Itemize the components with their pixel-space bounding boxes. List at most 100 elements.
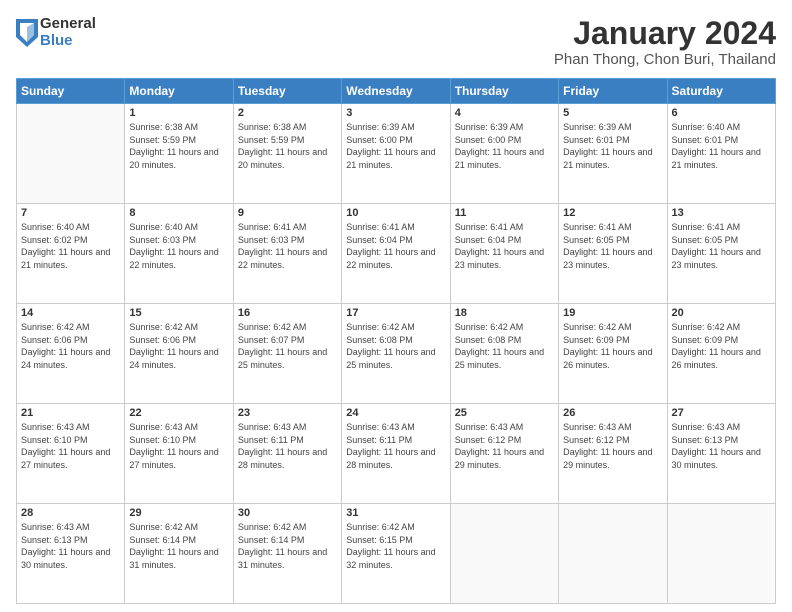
day-number: 1: [129, 107, 228, 119]
day-info: Sunrise: 6:41 AM Sunset: 6:03 PM Dayligh…: [238, 221, 337, 271]
table-row: 27 Sunrise: 6:43 AM Sunset: 6:13 PM Dayl…: [667, 404, 775, 504]
title-block: January 2024 Phan Thong, Chon Buri, Thai…: [554, 16, 776, 68]
table-row: 11 Sunrise: 6:41 AM Sunset: 6:04 PM Dayl…: [450, 204, 558, 304]
day-number: 25: [455, 407, 554, 419]
calendar-week-row: 1 Sunrise: 6:38 AM Sunset: 5:59 PM Dayli…: [17, 104, 776, 204]
day-number: 24: [346, 407, 445, 419]
table-row: 18 Sunrise: 6:42 AM Sunset: 6:08 PM Dayl…: [450, 304, 558, 404]
day-info: Sunrise: 6:42 AM Sunset: 6:08 PM Dayligh…: [455, 321, 554, 371]
day-number: 22: [129, 407, 228, 419]
col-monday: Monday: [125, 79, 233, 104]
day-info: Sunrise: 6:42 AM Sunset: 6:14 PM Dayligh…: [238, 521, 337, 571]
day-info: Sunrise: 6:39 AM Sunset: 6:00 PM Dayligh…: [346, 121, 445, 171]
table-row: [667, 504, 775, 604]
day-number: 26: [563, 407, 662, 419]
day-number: 23: [238, 407, 337, 419]
col-friday: Friday: [559, 79, 667, 104]
day-number: 7: [21, 207, 120, 219]
table-row: 6 Sunrise: 6:40 AM Sunset: 6:01 PM Dayli…: [667, 104, 775, 204]
calendar-week-row: 14 Sunrise: 6:42 AM Sunset: 6:06 PM Dayl…: [17, 304, 776, 404]
table-row: 28 Sunrise: 6:43 AM Sunset: 6:13 PM Dayl…: [17, 504, 125, 604]
table-row: 14 Sunrise: 6:42 AM Sunset: 6:06 PM Dayl…: [17, 304, 125, 404]
logo-text: General Blue: [40, 16, 96, 49]
day-info: Sunrise: 6:42 AM Sunset: 6:14 PM Dayligh…: [129, 521, 228, 571]
table-row: [17, 104, 125, 204]
day-number: 3: [346, 107, 445, 119]
day-info: Sunrise: 6:42 AM Sunset: 6:09 PM Dayligh…: [563, 321, 662, 371]
table-row: 1 Sunrise: 6:38 AM Sunset: 5:59 PM Dayli…: [125, 104, 233, 204]
day-info: Sunrise: 6:41 AM Sunset: 6:05 PM Dayligh…: [672, 221, 771, 271]
col-thursday: Thursday: [450, 79, 558, 104]
day-number: 19: [563, 307, 662, 319]
day-info: Sunrise: 6:43 AM Sunset: 6:13 PM Dayligh…: [21, 521, 120, 571]
calendar-header-row: Sunday Monday Tuesday Wednesday Thursday…: [17, 79, 776, 104]
day-info: Sunrise: 6:43 AM Sunset: 6:10 PM Dayligh…: [21, 421, 120, 471]
col-wednesday: Wednesday: [342, 79, 450, 104]
col-tuesday: Tuesday: [233, 79, 341, 104]
calendar-subtitle: Phan Thong, Chon Buri, Thailand: [554, 51, 776, 68]
day-number: 20: [672, 307, 771, 319]
table-row: 21 Sunrise: 6:43 AM Sunset: 6:10 PM Dayl…: [17, 404, 125, 504]
day-info: Sunrise: 6:38 AM Sunset: 5:59 PM Dayligh…: [129, 121, 228, 171]
day-number: 2: [238, 107, 337, 119]
table-row: 4 Sunrise: 6:39 AM Sunset: 6:00 PM Dayli…: [450, 104, 558, 204]
table-row: 17 Sunrise: 6:42 AM Sunset: 6:08 PM Dayl…: [342, 304, 450, 404]
calendar-week-row: 21 Sunrise: 6:43 AM Sunset: 6:10 PM Dayl…: [17, 404, 776, 504]
day-number: 4: [455, 107, 554, 119]
day-number: 18: [455, 307, 554, 319]
day-number: 29: [129, 507, 228, 519]
table-row: 19 Sunrise: 6:42 AM Sunset: 6:09 PM Dayl…: [559, 304, 667, 404]
day-info: Sunrise: 6:43 AM Sunset: 6:12 PM Dayligh…: [455, 421, 554, 471]
calendar-week-row: 7 Sunrise: 6:40 AM Sunset: 6:02 PM Dayli…: [17, 204, 776, 304]
day-number: 17: [346, 307, 445, 319]
day-number: 5: [563, 107, 662, 119]
day-number: 6: [672, 107, 771, 119]
logo-general: General: [40, 16, 96, 33]
day-number: 10: [346, 207, 445, 219]
table-row: 3 Sunrise: 6:39 AM Sunset: 6:00 PM Dayli…: [342, 104, 450, 204]
table-row: 25 Sunrise: 6:43 AM Sunset: 6:12 PM Dayl…: [450, 404, 558, 504]
page: General Blue January 2024 Phan Thong, Ch…: [0, 0, 792, 612]
table-row: 10 Sunrise: 6:41 AM Sunset: 6:04 PM Dayl…: [342, 204, 450, 304]
day-number: 13: [672, 207, 771, 219]
header: General Blue January 2024 Phan Thong, Ch…: [16, 16, 776, 68]
table-row: 20 Sunrise: 6:42 AM Sunset: 6:09 PM Dayl…: [667, 304, 775, 404]
day-info: Sunrise: 6:43 AM Sunset: 6:11 PM Dayligh…: [238, 421, 337, 471]
day-info: Sunrise: 6:42 AM Sunset: 6:15 PM Dayligh…: [346, 521, 445, 571]
day-info: Sunrise: 6:38 AM Sunset: 5:59 PM Dayligh…: [238, 121, 337, 171]
col-sunday: Sunday: [17, 79, 125, 104]
day-info: Sunrise: 6:42 AM Sunset: 6:09 PM Dayligh…: [672, 321, 771, 371]
day-info: Sunrise: 6:42 AM Sunset: 6:06 PM Dayligh…: [129, 321, 228, 371]
logo-icon: [16, 19, 38, 47]
day-number: 14: [21, 307, 120, 319]
day-info: Sunrise: 6:43 AM Sunset: 6:11 PM Dayligh…: [346, 421, 445, 471]
day-number: 8: [129, 207, 228, 219]
day-info: Sunrise: 6:43 AM Sunset: 6:13 PM Dayligh…: [672, 421, 771, 471]
table-row: 24 Sunrise: 6:43 AM Sunset: 6:11 PM Dayl…: [342, 404, 450, 504]
day-info: Sunrise: 6:43 AM Sunset: 6:12 PM Dayligh…: [563, 421, 662, 471]
table-row: 7 Sunrise: 6:40 AM Sunset: 6:02 PM Dayli…: [17, 204, 125, 304]
day-info: Sunrise: 6:42 AM Sunset: 6:07 PM Dayligh…: [238, 321, 337, 371]
day-number: 16: [238, 307, 337, 319]
table-row: 30 Sunrise: 6:42 AM Sunset: 6:14 PM Dayl…: [233, 504, 341, 604]
day-info: Sunrise: 6:40 AM Sunset: 6:02 PM Dayligh…: [21, 221, 120, 271]
day-info: Sunrise: 6:39 AM Sunset: 6:01 PM Dayligh…: [563, 121, 662, 171]
day-number: 21: [21, 407, 120, 419]
day-number: 31: [346, 507, 445, 519]
table-row: 26 Sunrise: 6:43 AM Sunset: 6:12 PM Dayl…: [559, 404, 667, 504]
table-row: 23 Sunrise: 6:43 AM Sunset: 6:11 PM Dayl…: [233, 404, 341, 504]
calendar-week-row: 28 Sunrise: 6:43 AM Sunset: 6:13 PM Dayl…: [17, 504, 776, 604]
table-row: 9 Sunrise: 6:41 AM Sunset: 6:03 PM Dayli…: [233, 204, 341, 304]
day-info: Sunrise: 6:40 AM Sunset: 6:01 PM Dayligh…: [672, 121, 771, 171]
logo-blue: Blue: [40, 33, 96, 50]
table-row: 16 Sunrise: 6:42 AM Sunset: 6:07 PM Dayl…: [233, 304, 341, 404]
day-info: Sunrise: 6:39 AM Sunset: 6:00 PM Dayligh…: [455, 121, 554, 171]
day-number: 9: [238, 207, 337, 219]
day-number: 11: [455, 207, 554, 219]
day-info: Sunrise: 6:40 AM Sunset: 6:03 PM Dayligh…: [129, 221, 228, 271]
day-info: Sunrise: 6:41 AM Sunset: 6:04 PM Dayligh…: [455, 221, 554, 271]
day-number: 27: [672, 407, 771, 419]
day-number: 28: [21, 507, 120, 519]
table-row: 5 Sunrise: 6:39 AM Sunset: 6:01 PM Dayli…: [559, 104, 667, 204]
day-info: Sunrise: 6:41 AM Sunset: 6:05 PM Dayligh…: [563, 221, 662, 271]
